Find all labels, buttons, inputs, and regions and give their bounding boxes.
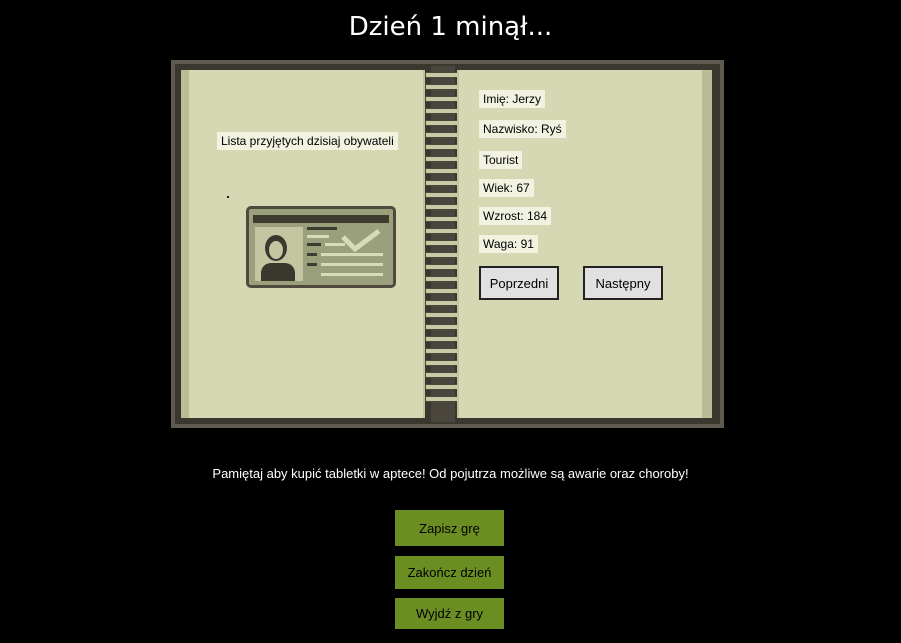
ring bbox=[425, 144, 461, 150]
portrait-body bbox=[261, 263, 295, 281]
role-label: Tourist bbox=[479, 151, 523, 169]
checkmark-stamp-icon bbox=[341, 229, 381, 253]
ring bbox=[425, 312, 461, 318]
id-card-photo bbox=[255, 227, 303, 281]
notebook: Lista przyjętych dzisiaj obywateli Imię:… bbox=[171, 60, 724, 428]
ring bbox=[425, 252, 461, 258]
page-title: Dzień 1 minął... bbox=[348, 12, 553, 42]
ring bbox=[425, 300, 461, 306]
ring bbox=[425, 120, 461, 126]
id-line bbox=[307, 253, 317, 256]
ring bbox=[425, 324, 461, 330]
end-day-button[interactable]: Zakończ dzień bbox=[395, 556, 504, 589]
ring bbox=[425, 168, 461, 174]
ring bbox=[425, 240, 461, 246]
id-line bbox=[321, 273, 383, 276]
next-button[interactable]: Następny bbox=[583, 266, 663, 300]
notice-text: Pamiętaj aby kupić tabletki w aptece! Od… bbox=[212, 466, 689, 481]
ring bbox=[425, 276, 461, 282]
ring bbox=[425, 264, 461, 270]
ring bbox=[425, 180, 461, 186]
ring bbox=[425, 216, 461, 222]
ring bbox=[425, 132, 461, 138]
id-line bbox=[307, 243, 321, 246]
last-name-label: Nazwisko: Ryś bbox=[479, 120, 566, 138]
previous-button[interactable]: Poprzedni bbox=[479, 266, 559, 300]
id-line bbox=[307, 263, 317, 266]
ring bbox=[425, 384, 461, 390]
portrait-face bbox=[269, 241, 283, 259]
left-page: Lista przyjętych dzisiaj obywateli bbox=[181, 70, 425, 418]
exit-game-button[interactable]: Wyjdź z gry bbox=[395, 598, 504, 629]
first-name-label: Imię: Jerzy bbox=[479, 90, 546, 108]
ring bbox=[425, 288, 461, 294]
spiral-binding bbox=[425, 66, 461, 422]
ring bbox=[425, 96, 461, 102]
ring bbox=[425, 336, 461, 342]
id-line bbox=[321, 253, 383, 256]
ring bbox=[425, 372, 461, 378]
ring bbox=[425, 108, 461, 114]
right-page: Imię: Jerzy Nazwisko: Ryś Tourist Wiek: … bbox=[457, 70, 712, 418]
ring bbox=[425, 348, 461, 354]
ring bbox=[425, 360, 461, 366]
age-label: Wiek: 67 bbox=[479, 179, 534, 197]
id-card-fields bbox=[307, 227, 387, 281]
ring bbox=[425, 72, 461, 78]
id-line bbox=[321, 263, 383, 266]
id-card-icon[interactable] bbox=[246, 206, 396, 288]
ring bbox=[425, 156, 461, 162]
id-line bbox=[307, 235, 329, 238]
ring bbox=[425, 192, 461, 198]
ring bbox=[425, 204, 461, 210]
accepted-citizens-list-label: Lista przyjętych dzisiaj obywateli bbox=[217, 132, 398, 150]
id-card-header bbox=[253, 215, 389, 223]
notebook-frame: Lista przyjętych dzisiaj obywateli Imię:… bbox=[175, 64, 720, 424]
weight-label: Waga: 91 bbox=[479, 235, 538, 253]
ring bbox=[425, 84, 461, 90]
height-label: Wzrost: 184 bbox=[479, 207, 552, 225]
marker-dot bbox=[227, 196, 229, 198]
ring bbox=[425, 396, 461, 402]
ring bbox=[425, 228, 461, 234]
save-game-button[interactable]: Zapisz grę bbox=[395, 510, 504, 546]
id-line bbox=[307, 227, 337, 230]
